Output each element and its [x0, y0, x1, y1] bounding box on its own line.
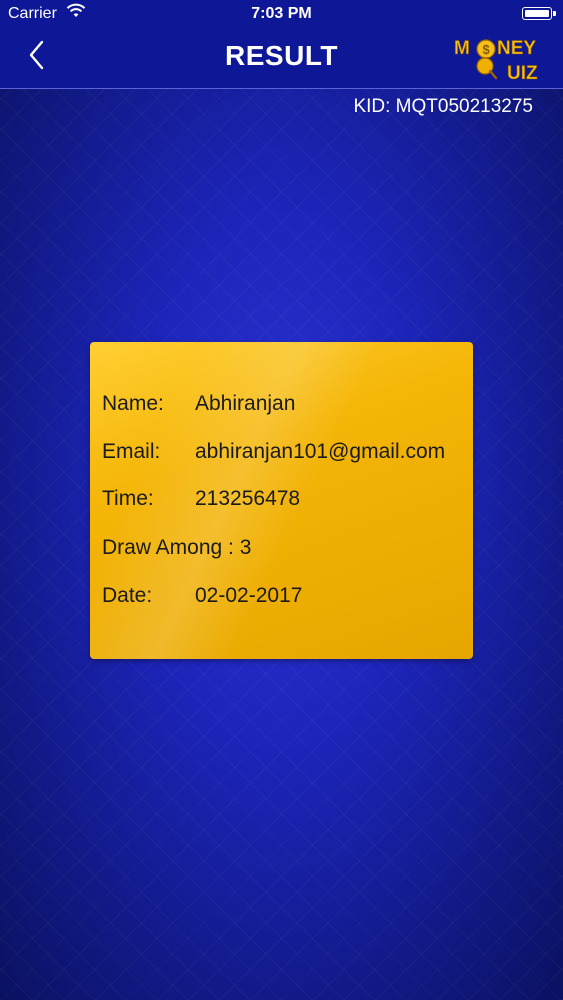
result-card: Name: Abhiranjan Email: abhiranjan101@gm…: [90, 342, 473, 659]
svg-text:$: $: [483, 42, 491, 57]
email-label: Email:: [102, 440, 161, 463]
svg-text:UIZ: UIZ: [507, 63, 538, 83]
time-value: 213256478: [195, 487, 301, 510]
email-value: abhiranjan101@gmail.com: [195, 440, 446, 463]
battery-icon: [522, 7, 556, 20]
nav-bar: RESULT M $ NEY UIZ: [0, 28, 563, 89]
time-label: Time:: [102, 487, 154, 510]
draw-among-label: Draw Among : 3: [102, 536, 252, 559]
name-value: Abhiranjan: [195, 392, 296, 415]
name-label: Name:: [102, 392, 164, 415]
date-value: 02-02-2017: [195, 584, 303, 607]
kid-label: KID: MQT050213275: [353, 96, 533, 117]
svg-text:M: M: [454, 38, 470, 59]
date-label: Date:: [102, 584, 153, 607]
money-quiz-logo: M $ NEY UIZ: [454, 38, 539, 83]
status-bar: Carrier 7:03 PM: [0, 0, 563, 28]
clock: 7:03 PM: [251, 5, 312, 22]
svg-text:NEY: NEY: [497, 38, 536, 59]
